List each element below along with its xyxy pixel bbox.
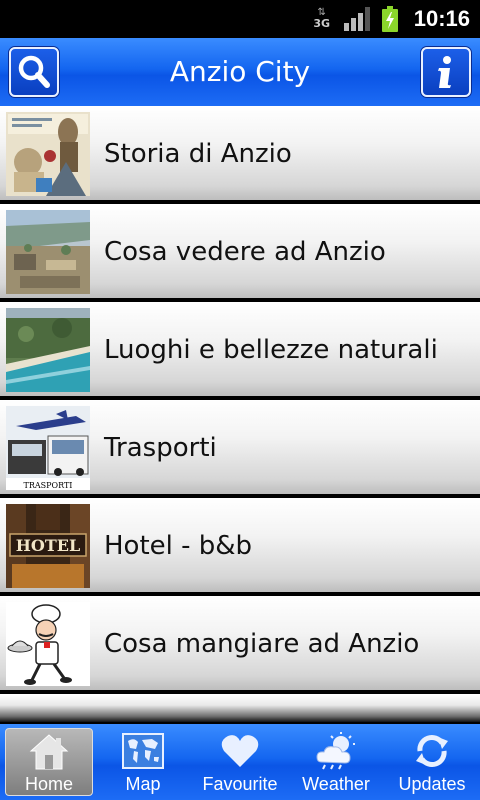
menu-item-label: Trasporti (104, 433, 217, 463)
menu-item-label: Luoghi e bellezze naturali (104, 335, 438, 365)
search-button[interactable] (9, 47, 59, 97)
status-bar: ⇅ 3G 10:16 (0, 0, 480, 38)
menu-item-hotel[interactable]: HOTEL Hotel - b&b (0, 498, 480, 594)
menu-item-label: Cosa vedere ad Anzio (104, 237, 386, 267)
hotel-sign-thumbnail: HOTEL (6, 504, 90, 588)
tab-home[interactable]: Home (5, 728, 93, 796)
menu-item-storia[interactable]: Storia di Anzio (0, 106, 480, 202)
tab-map[interactable]: Map (99, 728, 187, 796)
tab-updates[interactable]: Updates (388, 728, 476, 796)
home-icon (27, 731, 71, 772)
info-button[interactable] (421, 47, 471, 97)
transport-caption: TRASPORTI (24, 481, 73, 490)
tab-favourite[interactable]: Favourite (196, 728, 284, 796)
menu-item-label: Cosa mangiare ad Anzio (104, 629, 420, 659)
battery-charging-icon (381, 6, 398, 32)
menu-item-cosa-mangiare[interactable]: Cosa mangiare ad Anzio (0, 596, 480, 692)
search-icon (18, 55, 50, 88)
network-type: 3G (313, 17, 331, 30)
tab-label: Map (125, 774, 161, 794)
menu-item-label: Hotel - b&b (104, 531, 253, 561)
chef-thumbnail (6, 602, 90, 686)
archaeological-site-thumbnail (6, 210, 90, 294)
coastline-thumbnail (6, 308, 90, 392)
bottom-tab-bar: Home Map Favourite Weather Updates (0, 724, 480, 800)
list-bottom-edge (0, 694, 480, 722)
heart-icon (218, 730, 262, 772)
clock: 10:16 (413, 6, 470, 31)
transport-thumbnail: TRASPORTI (6, 406, 90, 490)
tab-label: Favourite (202, 774, 278, 794)
weather-icon (314, 730, 358, 772)
world-map-icon (121, 730, 165, 772)
tab-label: Home (24, 774, 73, 794)
history-collage-thumbnail (6, 112, 90, 196)
title-bar: Anzio City (0, 38, 480, 106)
menu-item-trasporti[interactable]: TRASPORTI Trasporti (0, 400, 480, 496)
tab-weather[interactable]: Weather (292, 728, 380, 796)
app-title: Anzio City (169, 55, 311, 88)
menu-item-label: Storia di Anzio (104, 139, 292, 169)
tab-label: Weather (302, 774, 370, 794)
signal-icon (343, 7, 370, 31)
menu-item-cosa-vedere[interactable]: Cosa vedere ad Anzio (0, 204, 480, 300)
refresh-icon (410, 730, 454, 772)
data-activity-icon: ⇅ 3G (313, 7, 331, 30)
info-icon (438, 56, 451, 88)
menu-list: Storia di Anzio Cosa vedere ad Anzio Luo… (0, 106, 480, 724)
menu-item-luoghi[interactable]: Luoghi e bellezze naturali (0, 302, 480, 398)
hotel-sign-caption: HOTEL (16, 536, 80, 555)
tab-label: Updates (398, 774, 466, 794)
